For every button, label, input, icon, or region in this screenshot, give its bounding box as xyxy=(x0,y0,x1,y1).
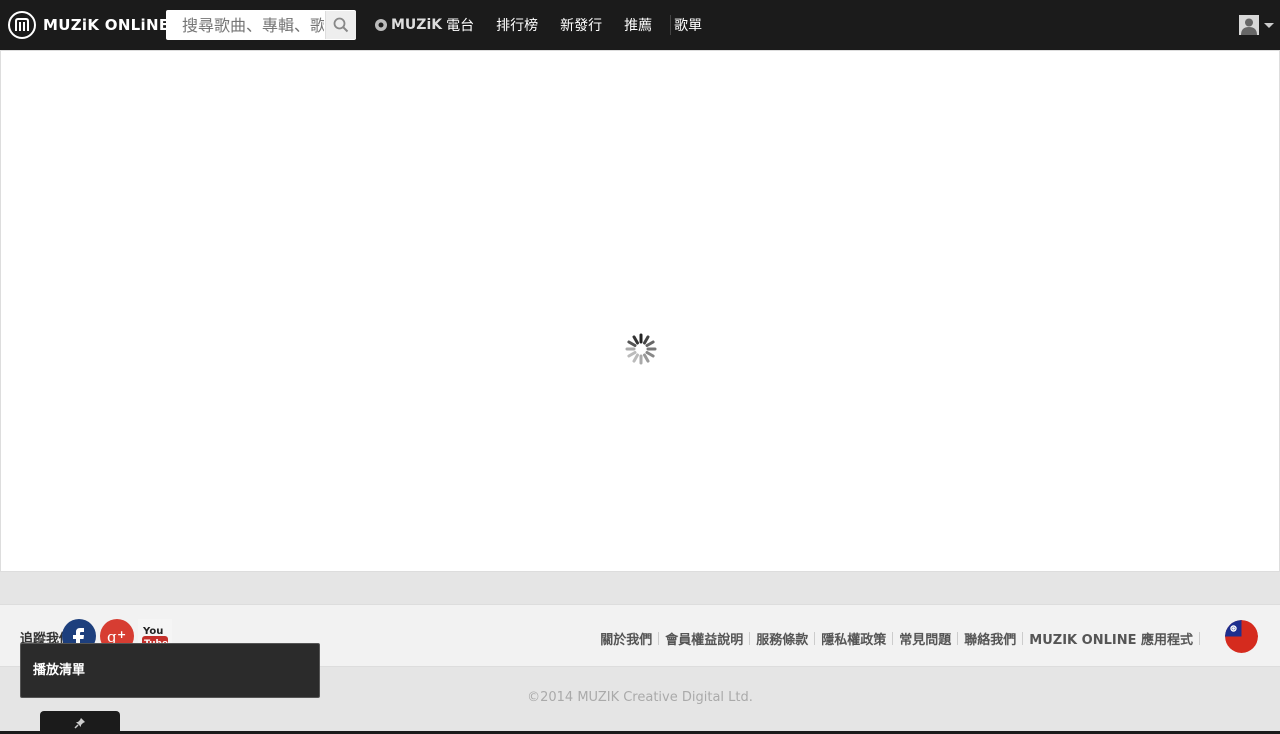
footer-link-terms[interactable]: 服務條款 xyxy=(756,629,808,648)
search-button[interactable] xyxy=(325,11,356,39)
svg-text:+: + xyxy=(117,628,126,641)
nav-radio-label: 電台 xyxy=(446,18,475,34)
playlist-popup-label: 播放清單 xyxy=(33,663,86,678)
nav-recommended[interactable]: 推薦 xyxy=(624,15,652,35)
nav-radio-brand: MUZiK xyxy=(391,17,443,33)
footer-link-separator xyxy=(658,632,660,645)
footer-link-contact[interactable]: 聯絡我們 xyxy=(964,629,1016,648)
playlist-popup[interactable]: 播放清單 xyxy=(20,643,320,698)
main-content-area xyxy=(0,50,1280,572)
nav-playlists[interactable]: 歌單 xyxy=(674,15,702,35)
search-input[interactable] xyxy=(166,10,324,40)
footer-link-membership[interactable]: 會員權益說明 xyxy=(665,629,743,648)
footer-link-faq[interactable]: 常見問題 xyxy=(899,629,951,648)
svg-text:You: You xyxy=(142,626,163,637)
user-menu[interactable] xyxy=(1239,15,1274,35)
main-nav: MUZiK 電台 排行榜 新發行 推薦 歌單 xyxy=(374,0,724,50)
footer-link-separator xyxy=(892,632,894,645)
nav-charts[interactable]: 排行榜 xyxy=(496,15,538,35)
nav-new-releases[interactable]: 新發行 xyxy=(560,15,602,35)
site-logo[interactable]: MUZiK ONLiNE xyxy=(8,9,169,41)
top-navigation-bar: MUZiK ONLiNE MUZiK 電台 排行榜 新發行 推薦 歌單 xyxy=(0,0,1280,50)
footer-link-privacy[interactable]: 隱私權政策 xyxy=(821,629,886,648)
search-box xyxy=(166,10,356,40)
search-icon xyxy=(333,17,349,33)
footer-link-separator xyxy=(1022,632,1024,645)
footer-link-separator xyxy=(957,632,959,645)
taiwan-flag-icon[interactable] xyxy=(1225,620,1258,653)
loading-spinner-icon xyxy=(625,333,657,365)
user-silhouette-icon xyxy=(1239,15,1259,35)
logo-m-icon xyxy=(8,11,36,39)
pushpin-icon xyxy=(74,717,85,729)
footer-link-about[interactable]: 關於我們 xyxy=(600,629,652,648)
avatar xyxy=(1239,15,1259,35)
footer-link-separator xyxy=(814,632,816,645)
nav-divider xyxy=(670,15,671,35)
radio-icon xyxy=(375,19,387,31)
logo-text: MUZiK ONLiNE xyxy=(43,16,170,34)
footer-link-separator xyxy=(749,632,751,645)
footer-link-separator xyxy=(1199,632,1200,645)
chevron-down-icon xyxy=(1264,22,1274,28)
footer-links: 關於我們 會員權益說明 服務條款 隱私權政策 常見問題 聯絡我們 MUZIK O… xyxy=(600,629,1206,648)
nav-radio[interactable]: MUZiK 電台 xyxy=(374,15,474,35)
footer-link-apps[interactable]: MUZIK ONLINE 應用程式 xyxy=(1029,629,1193,648)
